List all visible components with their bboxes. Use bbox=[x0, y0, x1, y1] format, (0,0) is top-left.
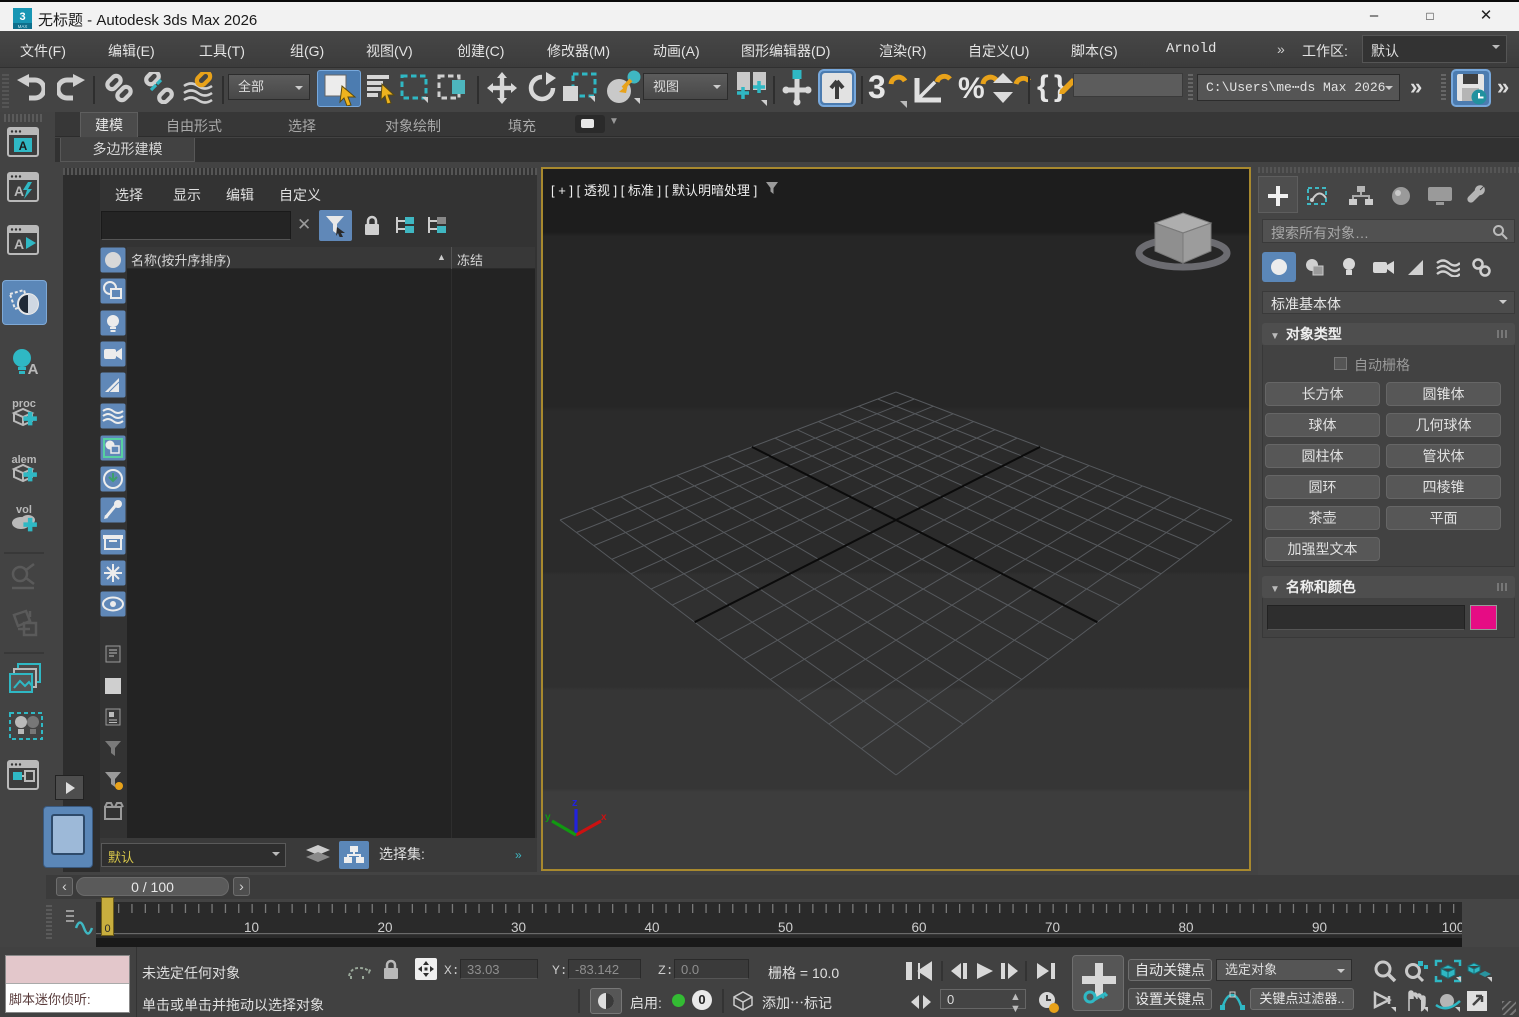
svg-text:A: A bbox=[19, 139, 28, 153]
svg-text:80: 80 bbox=[1178, 920, 1193, 935]
svg-text:alem: alem bbox=[11, 454, 36, 466]
svg-text:A: A bbox=[14, 183, 24, 199]
svg-text:3: 3 bbox=[19, 11, 25, 23]
svg-text:40: 40 bbox=[644, 920, 659, 935]
svg-text:A: A bbox=[14, 236, 24, 252]
svg-text:y: y bbox=[545, 812, 551, 823]
svg-text:100: 100 bbox=[1442, 920, 1462, 935]
svg-text:MAX: MAX bbox=[18, 24, 28, 29]
svg-text:60: 60 bbox=[911, 920, 926, 935]
svg-text:20: 20 bbox=[377, 920, 392, 935]
svg-text:x: x bbox=[601, 812, 607, 823]
svg-text:10: 10 bbox=[244, 920, 259, 935]
svg-text:70: 70 bbox=[1045, 920, 1060, 935]
svg-text:vol: vol bbox=[16, 504, 32, 516]
svg-text:50: 50 bbox=[778, 920, 793, 935]
svg-text:90: 90 bbox=[1312, 920, 1327, 935]
svg-text:proc: proc bbox=[12, 398, 36, 410]
svg-text:z: z bbox=[572, 797, 578, 809]
svg-text:A: A bbox=[28, 361, 39, 378]
svg-text:30: 30 bbox=[511, 920, 526, 935]
